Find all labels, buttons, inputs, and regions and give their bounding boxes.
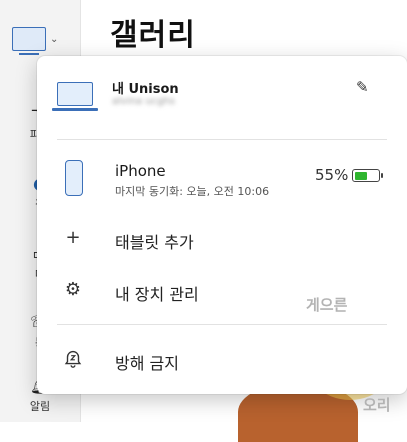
- edit-pencil-icon[interactable]: ✎: [356, 78, 369, 96]
- divider: [57, 139, 387, 140]
- battery-fill: [354, 171, 368, 180]
- snooze-icon: [61, 347, 85, 371]
- phone-name: iPhone: [115, 162, 166, 180]
- page-title: 갤러리: [110, 18, 196, 53]
- watermark-text-top: 게으른: [306, 296, 348, 314]
- divider: [57, 324, 387, 325]
- device-flyout: 내 Unison alvina ucghs ✎ iPhone 마지막 동기화: …: [37, 56, 407, 394]
- laptop-icon: [52, 82, 98, 111]
- phone-device-row[interactable]: iPhone 마지막 동기화: 오늘, 오전 10:06 55%: [37, 152, 407, 208]
- do-not-disturb-label: 방해 금지: [115, 354, 179, 373]
- pc-icon: [12, 27, 46, 55]
- add-tablet-button[interactable]: + 태블릿 추가: [37, 220, 407, 260]
- chevron-down-icon: ⌄: [50, 33, 59, 45]
- last-sync-text: 마지막 동기화: 오늘, 오전 10:06: [115, 185, 270, 198]
- pc-device-row[interactable]: 내 Unison alvina ucghs ✎: [37, 56, 407, 140]
- device-switcher-button[interactable]: ⌄: [12, 22, 78, 56]
- pc-name: 내 Unison: [112, 82, 179, 97]
- snooze-bell-svg: [64, 350, 82, 368]
- gear-icon: ⚙: [64, 279, 82, 300]
- plus-icon: +: [65, 227, 81, 248]
- phone-icon: [65, 160, 83, 196]
- pc-subtitle: alvina ucghs: [112, 96, 175, 107]
- do-not-disturb-button[interactable]: 방해 금지: [37, 341, 407, 381]
- manage-devices-label: 내 장치 관리: [115, 285, 199, 304]
- battery-percent: 55%: [315, 166, 349, 184]
- add-tablet-label: 태블릿 추가: [115, 233, 194, 252]
- watermark-text-bottom: 오리: [363, 396, 391, 414]
- manage-devices-button[interactable]: ⚙ 내 장치 관리: [37, 272, 407, 312]
- battery-icon: [352, 169, 383, 182]
